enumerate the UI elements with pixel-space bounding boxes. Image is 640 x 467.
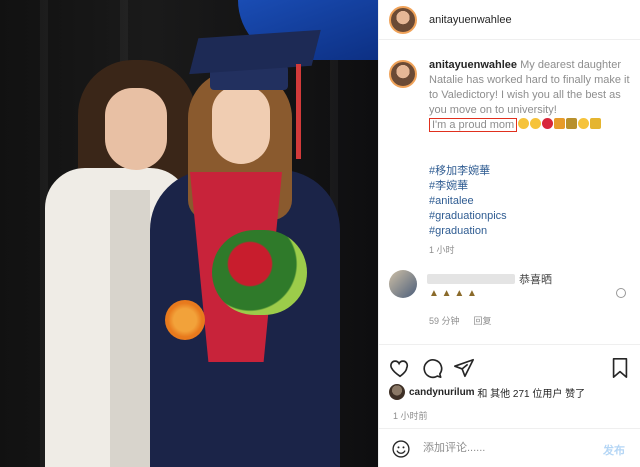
likes-row: candynurilum 和 其他 271 位用户 赞了 — [389, 384, 585, 400]
add-comment-bar: 发布 — [379, 428, 640, 467]
emoji-picker-icon[interactable] — [391, 439, 411, 459]
emoji-icon — [530, 118, 542, 129]
hashtag-link[interactable]: #graduation — [429, 224, 507, 239]
comment: 恭喜晒 ▲ ▲ ▲ ▲ — [389, 268, 637, 308]
comment-meta: 59 分钟 回复 — [429, 314, 492, 327]
bookmark-icon[interactable] — [609, 357, 631, 379]
hashtag-link[interactable]: #李婉華 — [429, 179, 507, 194]
caption-username[interactable]: anitayuenwahlee — [429, 59, 517, 71]
comment-input[interactable] — [423, 438, 583, 458]
hashtag-link[interactable]: #anitalee — [429, 194, 507, 209]
post-header: anitayuenwahlee — [379, 0, 640, 40]
caption-time: 1 小时 — [429, 245, 455, 255]
reply-link[interactable]: 回复 — [474, 314, 492, 327]
blurred-username — [427, 274, 515, 284]
comment-like-icon[interactable] — [616, 288, 626, 298]
graduation-cap — [189, 29, 321, 75]
emoji-icon — [578, 118, 590, 129]
avatar[interactable] — [389, 5, 417, 34]
header-username[interactable]: anitayuenwahlee — [429, 14, 512, 26]
emoji-icon — [566, 118, 578, 129]
mother-face — [105, 88, 167, 170]
action-bar — [379, 344, 640, 384]
emoji-icon — [542, 118, 554, 129]
comment-text: 恭喜晒 — [519, 274, 552, 286]
liker-username[interactable]: candynurilum — [409, 387, 475, 398]
share-icon[interactable] — [453, 357, 475, 379]
party-emoji-icons: ▲ ▲ ▲ ▲ — [429, 288, 477, 299]
post-time-ago: 1 小时前 — [393, 411, 428, 421]
heart-icon[interactable] — [389, 357, 411, 379]
caption-avatar[interactable] — [389, 60, 417, 88]
orange-flower — [165, 300, 205, 340]
highlighted-phrase: I'm a proud mom — [429, 118, 518, 132]
emoji-icon — [518, 118, 530, 129]
emoji-icon — [554, 118, 566, 129]
comment-time: 59 分钟 — [429, 316, 460, 326]
emoji-icon — [590, 118, 602, 129]
post-photo[interactable] — [0, 0, 378, 467]
liker-avatar[interactable] — [389, 384, 405, 400]
comment-icon[interactable] — [421, 357, 443, 379]
likes-count-text[interactable]: 和 其他 271 位用户 赞了 — [477, 385, 585, 400]
commenter-avatar[interactable] — [389, 270, 417, 298]
cap-tassel — [296, 64, 301, 159]
hashtag-link[interactable]: #移加李婉華 — [429, 164, 507, 179]
hashtag-list: #移加李婉華 #李婉華 #anitalee #graduationpics #g… — [429, 164, 507, 239]
post-comment-button[interactable]: 发布 — [603, 442, 625, 458]
daughter-face — [212, 86, 270, 164]
hashtag-link[interactable]: #graduationpics — [429, 209, 507, 224]
flower-bouquet — [212, 230, 307, 315]
post-side-panel: anitayuenwahlee anitayuenwahlee My deare… — [378, 0, 640, 467]
